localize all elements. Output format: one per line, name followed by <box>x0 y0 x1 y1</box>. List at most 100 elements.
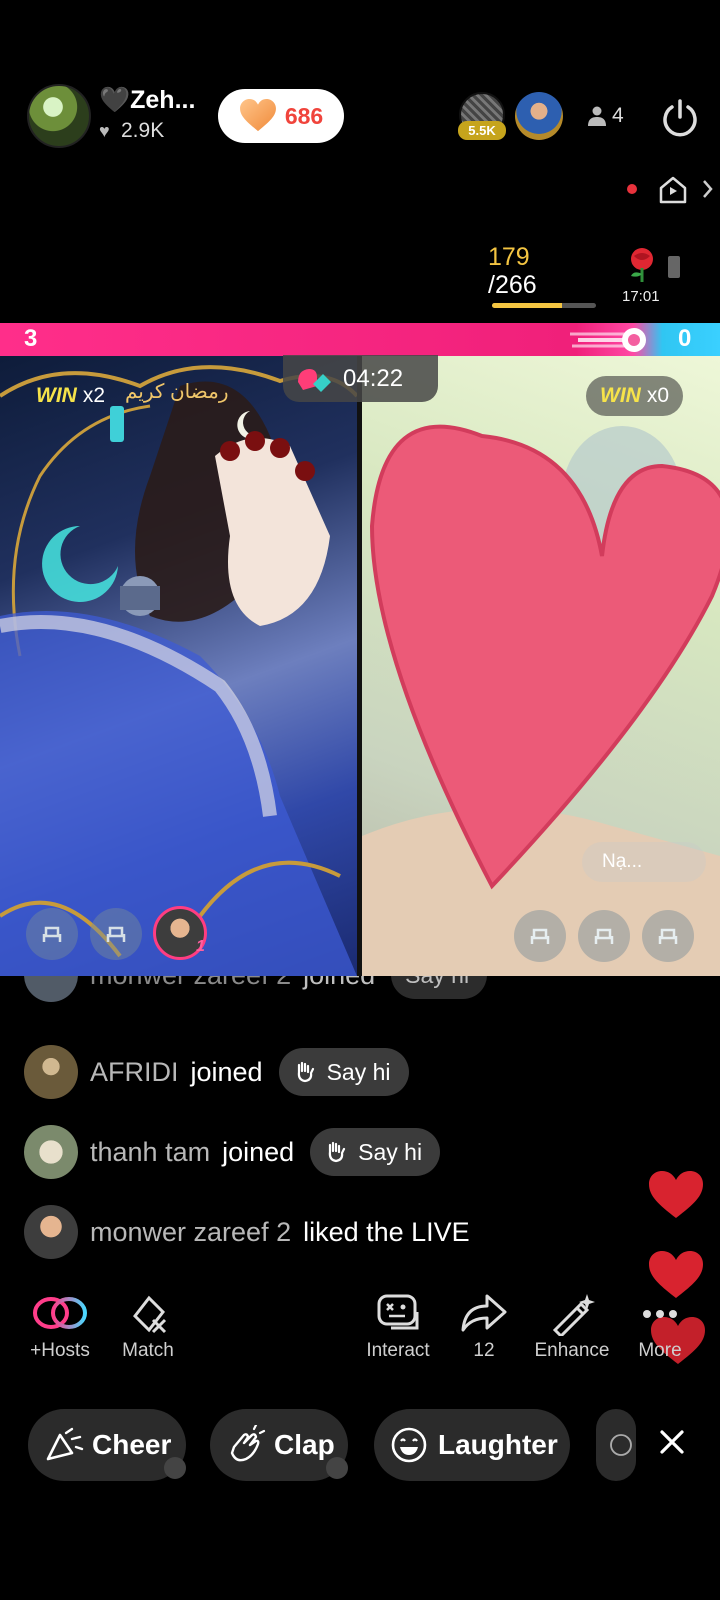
chat-action: liked the LIVE <box>303 1216 470 1247</box>
seat-icon <box>530 928 550 944</box>
seat-icon <box>42 926 62 942</box>
viewer-count[interactable]: 4 <box>588 104 624 128</box>
viewer-count-value: 4 <box>612 104 624 127</box>
add-hosts-button[interactable]: +Hosts <box>12 1290 108 1362</box>
pk-left-score: 3 <box>24 325 38 352</box>
pk-timer[interactable]: 04:22 <box>283 355 438 402</box>
chat-avatar[interactable] <box>24 1045 78 1099</box>
laughter-icon <box>391 1427 427 1463</box>
wave-icon <box>328 1141 346 1163</box>
enhance-button[interactable]: Enhance <box>524 1290 620 1362</box>
overflow-gift-icon <box>668 256 680 278</box>
host-name[interactable]: 🖤Zeh... <box>99 86 195 115</box>
left-seat-1[interactable] <box>26 908 78 960</box>
more-label: More <box>638 1340 682 1361</box>
enhance-icon <box>552 1294 595 1336</box>
chat-username[interactable]: monwer zareef 2 <box>90 1217 291 1248</box>
floating-heart-icon <box>649 1171 703 1218</box>
close-icon[interactable] <box>656 1426 688 1458</box>
goal-total: /266 <box>488 271 537 299</box>
chat-action: joined <box>190 1056 263 1087</box>
home-icon[interactable] <box>658 175 688 205</box>
chat-clipped-row: monwer zareef 2 joined Say hi <box>0 976 720 1016</box>
pk-gloves-icon <box>298 368 331 392</box>
recording-dot <box>627 184 637 194</box>
seat-user-number: 1 <box>196 938 205 955</box>
add-hosts-label: +Hosts <box>30 1340 90 1361</box>
chat-message[interactable]: monwer zareef 2 liked the LIVE <box>24 1204 470 1260</box>
right-seat-3[interactable] <box>642 910 694 962</box>
left-win-label: WIN <box>36 384 77 407</box>
cheer-icon <box>46 1427 84 1461</box>
chat-avatar[interactable] <box>24 1205 78 1259</box>
follow-heart-button[interactable]: 686 <box>218 89 344 143</box>
left-banner-text: رمضان کریم <box>125 381 229 403</box>
goal-current: 179 <box>488 243 530 271</box>
chevron-right-icon[interactable] <box>700 176 716 202</box>
right-win-label: WIN <box>600 384 641 407</box>
interact-button[interactable]: Interact <box>350 1290 446 1362</box>
chat-avatar[interactable] <box>24 1125 78 1179</box>
top-viewer-badge: 5.5K <box>458 121 506 140</box>
chat-message[interactable]: thanh tam joined Say hi <box>24 1124 441 1180</box>
share-button[interactable]: 12 <box>436 1290 532 1362</box>
say-hi-label: Say hi <box>326 1058 391 1085</box>
chat-username[interactable]: thanh tam <box>90 1137 210 1168</box>
pk-comet-icon <box>570 328 646 352</box>
clap-download-icon <box>326 1457 348 1479</box>
match-button[interactable]: Match <box>100 1290 196 1362</box>
left-win-multiplier: x2 <box>82 384 106 407</box>
wave-icon <box>297 1061 314 1083</box>
left-video-art <box>0 365 357 976</box>
say-hi-button: Say hi <box>391 976 488 999</box>
laughter-label: Laughter <box>438 1429 558 1460</box>
chat-username[interactable]: AFRIDI <box>90 1057 179 1088</box>
seat-icon <box>658 928 678 944</box>
more-icon <box>643 1310 677 1318</box>
more-reaction-button[interactable] <box>596 1409 636 1481</box>
say-hi-label: Say hi <box>405 976 469 989</box>
match-icon <box>133 1295 167 1334</box>
more-button[interactable]: More <box>612 1290 708 1362</box>
heart-icon <box>239 99 276 132</box>
right-seat-2[interactable] <box>578 910 630 962</box>
heart-count: 686 <box>284 102 324 129</box>
goal-progress-fill <box>492 303 562 308</box>
right-seat-1[interactable] <box>514 910 566 962</box>
left-host-video[interactable] <box>0 356 357 976</box>
right-name-tag-text: Nạ... <box>602 851 643 872</box>
right-host-video[interactable] <box>362 356 720 976</box>
laughter-button[interactable]: Laughter <box>374 1409 570 1481</box>
chat-action: joined <box>222 1136 295 1167</box>
left-win-badge: WIN x2 <box>22 376 119 416</box>
cheer-button[interactable]: Cheer <box>28 1409 186 1481</box>
say-hi-label: Say hi <box>358 1138 423 1165</box>
cheer-download-icon <box>164 1457 186 1479</box>
pk-right-score: 0 <box>678 325 692 352</box>
host-likes-count: 2.9K <box>121 119 165 142</box>
chat-avatar <box>24 976 78 1002</box>
chat-action: joined <box>303 976 375 991</box>
hosts-icon <box>33 1297 87 1329</box>
rose-timer: 17:01 <box>622 288 660 305</box>
person-icon <box>588 106 606 126</box>
share-icon <box>461 1294 507 1332</box>
viewer-avatar[interactable] <box>515 92 563 140</box>
say-hi-button[interactable]: Say hi <box>310 1128 441 1176</box>
say-hi-button[interactable]: Say hi <box>278 1048 409 1096</box>
host-avatar[interactable] <box>27 84 91 148</box>
left-seat-2[interactable] <box>90 908 142 960</box>
cheer-label: Cheer <box>92 1429 172 1460</box>
interact-label: Interact <box>366 1340 430 1361</box>
goal-progress[interactable]: 179 /266 <box>488 243 537 299</box>
power-icon[interactable] <box>660 98 700 138</box>
chat-message[interactable]: AFRIDI joined Say hi <box>24 1044 409 1100</box>
clap-label: Clap <box>274 1429 335 1460</box>
seat-icon <box>594 928 614 944</box>
right-name-tag[interactable]: Nạ... <box>582 842 706 882</box>
right-win-badge: WIN x0 <box>586 376 684 416</box>
rose-icon[interactable] <box>623 246 661 284</box>
right-win-multiplier: x0 <box>646 384 670 407</box>
chat-username: monwer zareef 2 <box>90 976 291 991</box>
right-video-art <box>362 424 720 976</box>
